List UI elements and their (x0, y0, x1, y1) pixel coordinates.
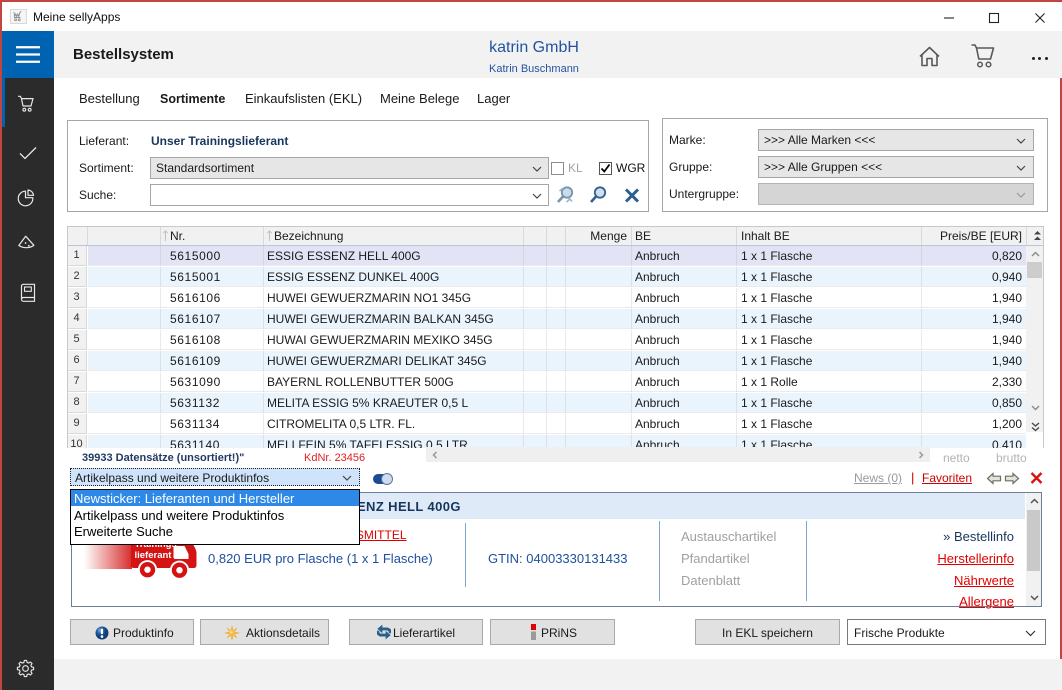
svg-text:lieferant: lieferant (135, 550, 173, 561)
